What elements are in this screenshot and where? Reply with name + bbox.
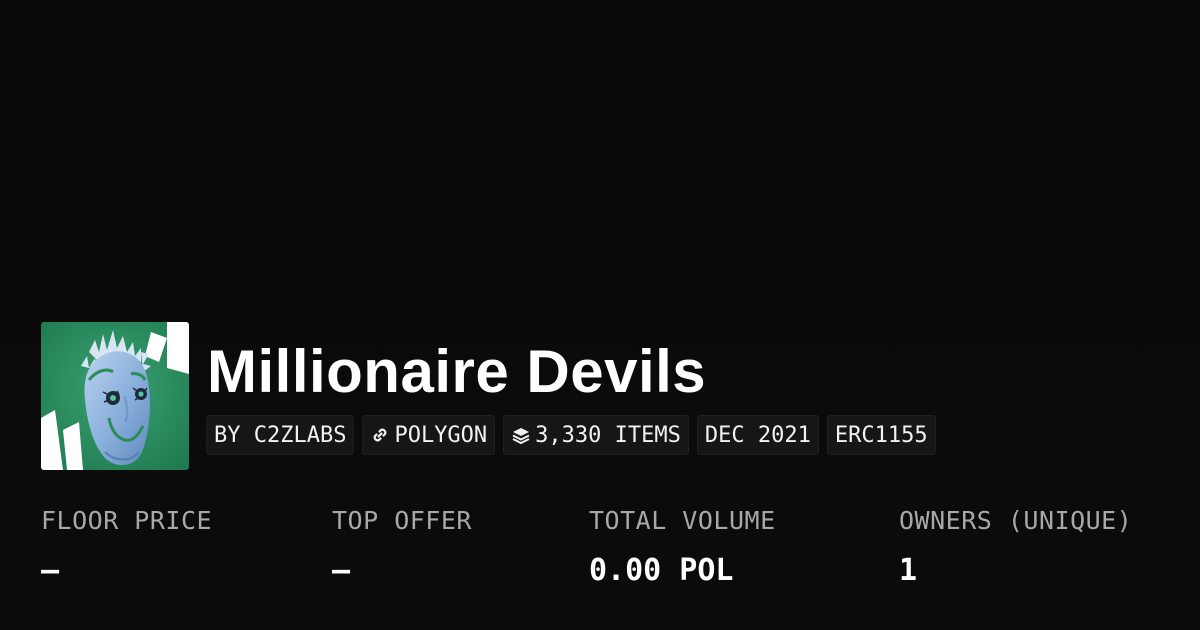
collection-title: Millionaire Devils: [207, 338, 707, 405]
badge-date: DEC 2021: [696, 415, 819, 455]
devil-mask-image: [41, 322, 189, 470]
badge-items-label: 3,330 ITEMS: [535, 422, 681, 448]
collection-badges: BY C2ZLABS POLYGON 3,330 ITEMS DEC 2021 …: [206, 415, 936, 455]
stat-label: TOTAL VOLUME: [589, 506, 776, 535]
stat-label: TOP OFFER: [332, 506, 472, 535]
badge-items[interactable]: 3,330 ITEMS: [503, 415, 689, 455]
stat-value: 0.00 POL: [589, 553, 734, 588]
stat-value: –: [332, 553, 351, 588]
stat-value: 1: [899, 553, 918, 588]
stat-total-volume: TOTAL VOLUME 0.00 POL: [589, 500, 776, 600]
stat-floor-price: FLOOR PRICE –: [41, 500, 212, 600]
badge-creator[interactable]: BY C2ZLABS: [206, 415, 355, 455]
stat-owners: OWNERS (UNIQUE) 1: [899, 500, 1132, 600]
stat-value: –: [41, 553, 60, 588]
badge-creator-label: BY C2ZLABS: [214, 422, 347, 448]
badge-chain-label: POLYGON: [394, 422, 488, 448]
badge-standard-label: ERC1155: [834, 422, 928, 448]
stat-label: OWNERS (UNIQUE): [899, 506, 1133, 535]
badge-date-label: DEC 2021: [704, 422, 811, 448]
stat-label: FLOOR PRICE: [41, 506, 213, 535]
collection-card: Millionaire Devils BY C2ZLABS POLYGON 3,…: [0, 0, 1200, 630]
link-icon: [370, 425, 390, 445]
stat-top-offer: TOP OFFER –: [332, 500, 472, 600]
layers-icon: [511, 425, 531, 445]
collection-stats: FLOOR PRICE – TOP OFFER – TOTAL VOLUME 0…: [0, 500, 1200, 600]
collection-avatar[interactable]: [41, 322, 189, 470]
badge-standard: ERC1155: [826, 415, 936, 455]
badge-chain[interactable]: POLYGON: [362, 415, 496, 455]
